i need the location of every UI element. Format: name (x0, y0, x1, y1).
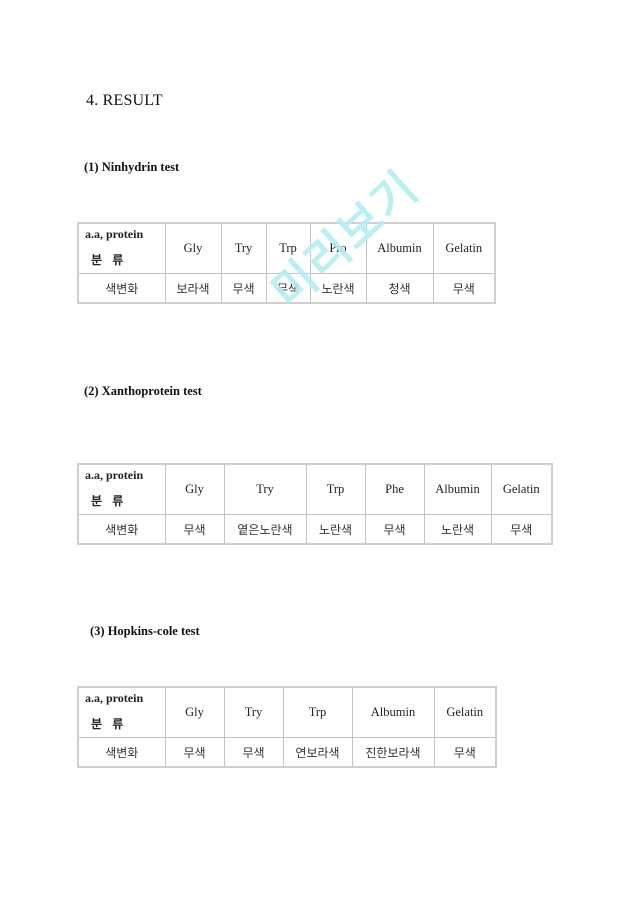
column-header: Try (220, 222, 267, 274)
column-header: Gelatin (433, 686, 497, 738)
column-header: Gelatin (432, 222, 496, 274)
corner-header-cell: a.a, protein 분 류 (77, 686, 166, 738)
row-label: 색변화 (77, 737, 166, 768)
result-cell: 노란색 (423, 514, 492, 545)
column-header: Gly (164, 686, 225, 738)
column-header: Pro (309, 222, 367, 274)
result-cell: 무색 (220, 273, 267, 304)
result-cell: 청색 (365, 273, 434, 304)
result-cell: 보라색 (164, 273, 222, 304)
result-cell: 노란색 (305, 514, 366, 545)
column-header: Trp (265, 222, 311, 274)
test-title-xanthoprotein: (2) Xanthoprotein test (84, 384, 202, 398)
column-header: Try (223, 463, 307, 515)
corner-label-bottom: 분 류 (91, 494, 127, 508)
table-header-row: a.a, protein 분 류 Gly Try Trp Pro Albumin… (77, 222, 496, 274)
column-header: Gelatin (490, 463, 553, 515)
result-cell: 무색 (364, 514, 425, 545)
table-header-row: a.a, protein 분 류 Gly Try Trp Albumin Gel… (77, 686, 497, 738)
result-cell: 무색 (164, 737, 225, 768)
hopkins-cole-result-table: a.a, protein 분 류 Gly Try Trp Albumin Gel… (77, 686, 497, 768)
result-cell: 노란색 (309, 273, 367, 304)
ninhydrin-result-table: a.a, protein 분 류 Gly Try Trp Pro Albumin… (77, 222, 496, 304)
corner-header-cell: a.a, protein 분 류 (77, 222, 166, 274)
table-header-row: a.a, protein 분 류 Gly Try Trp Phe Albumin… (77, 463, 553, 515)
result-cell: 무색 (433, 737, 497, 768)
result-cell: 연보라색 (282, 737, 353, 768)
corner-header-cell: a.a, protein 분 류 (77, 463, 166, 515)
corner-label-top: a.a, protein (85, 468, 144, 482)
row-label: 색변화 (77, 514, 166, 545)
column-header: Phe (364, 463, 425, 515)
column-header: Gly (164, 222, 222, 274)
column-header: Albumin (351, 686, 435, 738)
test-title-ninhydrin: (1) Ninhydrin test (84, 160, 180, 174)
corner-label-bottom: 분 류 (91, 717, 127, 731)
corner-label-top: a.a, protein (85, 691, 144, 705)
column-header: Trp (282, 686, 353, 738)
result-cell: 옅은노란색 (223, 514, 307, 545)
result-cell: 무색 (265, 273, 311, 304)
column-header: Trp (305, 463, 366, 515)
column-header: Albumin (423, 463, 492, 515)
corner-label-bottom: 분 류 (91, 253, 127, 267)
table-row: 색변화 무색 옅은노란색 노란색 무색 노란색 무색 (77, 514, 553, 545)
corner-label-top: a.a, protein (85, 227, 144, 241)
test-title-hopkins-cole: (3) Hopkins-cole test (90, 624, 200, 638)
result-cell: 무색 (490, 514, 553, 545)
xanthoprotein-result-table: a.a, protein 분 류 Gly Try Trp Phe Albumin… (77, 463, 553, 545)
result-cell: 무색 (223, 737, 284, 768)
result-cell: 진한보라색 (351, 737, 435, 768)
table-row: 색변화 무색 무색 연보라색 진한보라색 무색 (77, 737, 497, 768)
column-header: Try (223, 686, 284, 738)
column-header: Gly (164, 463, 225, 515)
table-row: 색변화 보라색 무색 무색 노란색 청색 무색 (77, 273, 496, 304)
section-heading: 4. RESULT (86, 92, 163, 109)
column-header: Albumin (365, 222, 434, 274)
row-label: 색변화 (77, 273, 166, 304)
result-cell: 무색 (432, 273, 496, 304)
result-cell: 무색 (164, 514, 225, 545)
